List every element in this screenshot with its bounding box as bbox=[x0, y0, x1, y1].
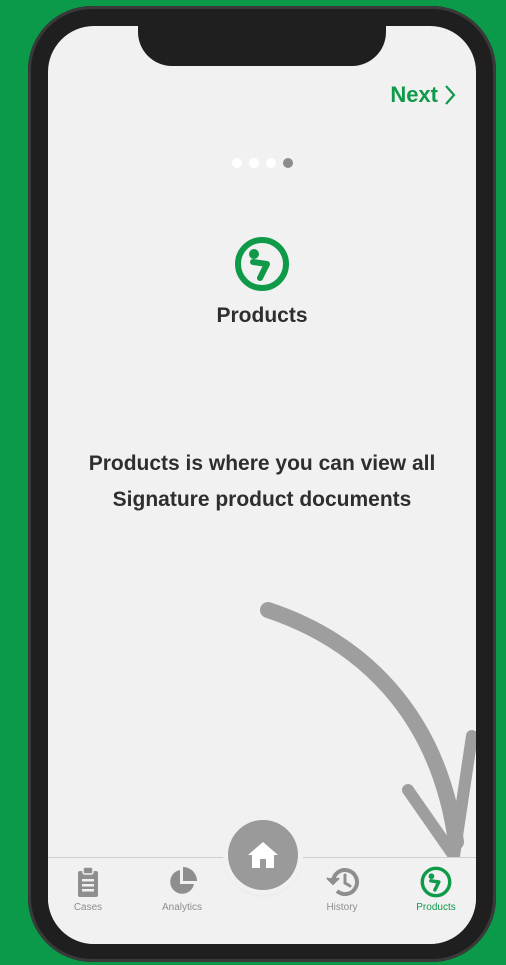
clipboard-icon bbox=[78, 866, 98, 897]
page-indicator bbox=[48, 158, 476, 168]
home-icon bbox=[248, 842, 278, 868]
next-label: Next bbox=[390, 82, 438, 107]
history-icon bbox=[326, 868, 359, 897]
chevron-right-icon bbox=[445, 85, 456, 105]
page-dot[interactable] bbox=[231, 158, 242, 168]
products-icon bbox=[420, 866, 452, 898]
description-text: Products is where you can view all Signa… bbox=[68, 446, 456, 518]
products-icon bbox=[235, 237, 289, 291]
tab-label: Analytics bbox=[161, 902, 202, 913]
home-button[interactable] bbox=[228, 820, 298, 890]
tab-products[interactable]: Products bbox=[396, 866, 476, 913]
pie-chart-icon bbox=[170, 867, 197, 894]
tab-label: Cases bbox=[73, 902, 103, 913]
page-dot[interactable] bbox=[265, 158, 276, 168]
tab-history[interactable]: History bbox=[302, 866, 382, 913]
page-title: Products bbox=[216, 304, 308, 327]
page-dot[interactable] bbox=[248, 158, 259, 168]
phone-notch bbox=[138, 26, 386, 66]
next-button[interactable]: Next bbox=[390, 82, 456, 108]
screen: Next Products Products is where you can … bbox=[48, 26, 476, 944]
tab-cases[interactable]: Cases bbox=[48, 866, 128, 913]
tab-bar: Cases Analytics History Products bbox=[48, 820, 476, 944]
page-dot-active[interactable] bbox=[282, 158, 293, 168]
tab-analytics[interactable]: Analytics bbox=[142, 866, 222, 913]
description-line: Products is where you can view all bbox=[88, 452, 436, 475]
tab-label: Products bbox=[416, 902, 456, 913]
description-line: Signature product documents bbox=[112, 488, 412, 511]
tab-label: History bbox=[326, 902, 358, 913]
